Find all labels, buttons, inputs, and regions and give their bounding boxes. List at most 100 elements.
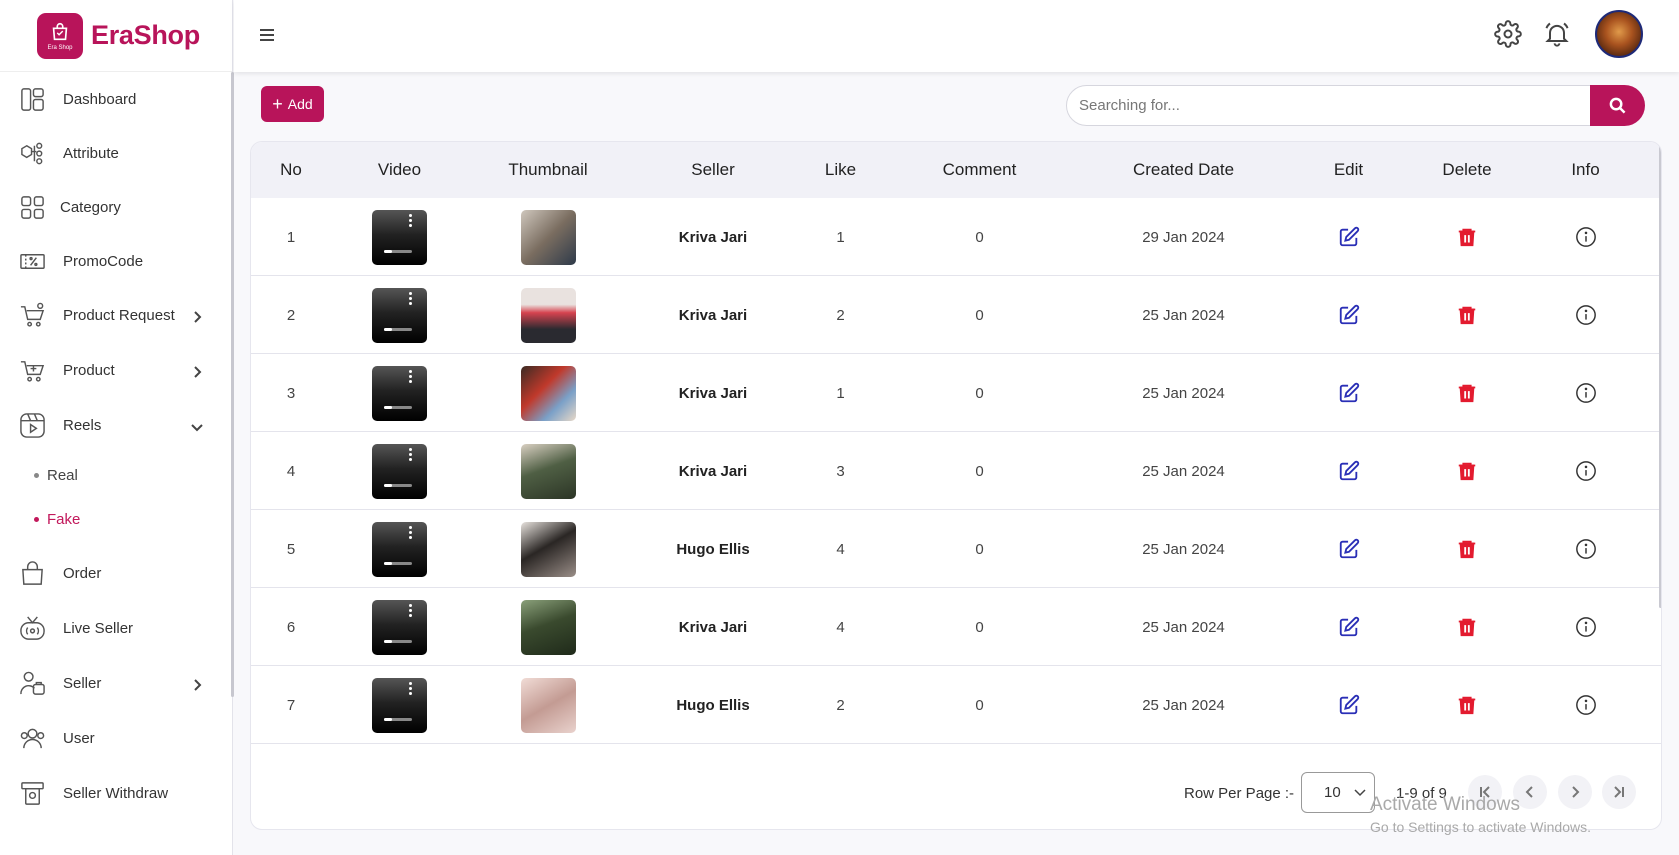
delete-button[interactable] xyxy=(1406,432,1528,510)
trash-icon xyxy=(1458,618,1476,637)
thumbnail-cell xyxy=(468,432,628,510)
thumbnail-image[interactable] xyxy=(520,443,576,499)
delete-button[interactable] xyxy=(1406,666,1528,744)
video-preview[interactable] xyxy=(372,443,427,499)
dashboard-icon xyxy=(21,87,44,111)
sidebar-item-user[interactable]: User xyxy=(0,711,231,766)
row-number: 5 xyxy=(286,540,296,558)
more-vertical-icon xyxy=(409,291,412,305)
edit-button[interactable] xyxy=(1291,198,1406,276)
sidebar-item-reels[interactable]: Reels xyxy=(0,398,231,453)
logo[interactable]: Era Shop EraShop xyxy=(0,0,232,72)
created-date: 25 Jan 2024 xyxy=(1142,462,1225,480)
product-request-icon xyxy=(20,302,45,327)
search-button[interactable] xyxy=(1590,85,1645,126)
product-icon xyxy=(20,361,45,382)
last-page-button[interactable] xyxy=(1602,775,1636,809)
sidebar-item-seller-withdraw[interactable]: Seller Withdraw xyxy=(0,766,231,821)
delete-button[interactable] xyxy=(1406,198,1528,276)
thumbnail-image[interactable] xyxy=(520,287,576,343)
comment-count: 0 xyxy=(975,306,984,324)
edit-button[interactable] xyxy=(1291,510,1406,588)
col-created-date: Created Date xyxy=(1132,160,1235,179)
info-button[interactable] xyxy=(1528,510,1643,588)
video-cell xyxy=(331,354,468,432)
sidebar-item-order[interactable]: Order xyxy=(0,545,231,601)
add-button[interactable]: + Add xyxy=(261,86,324,122)
sidebar-item-seller[interactable]: Seller xyxy=(0,656,231,711)
attribute-icon xyxy=(21,142,43,164)
table-scrollbar[interactable] xyxy=(1659,142,1661,608)
thumbnail-image[interactable] xyxy=(520,365,576,421)
edit-button[interactable] xyxy=(1291,666,1406,744)
comment-count: 0 xyxy=(975,540,984,558)
info-button[interactable] xyxy=(1528,588,1643,666)
rows-per-page-select[interactable]: 10 xyxy=(1301,772,1375,813)
avatar[interactable] xyxy=(1595,10,1643,58)
settings-icon[interactable] xyxy=(1494,20,1522,48)
seller-icon xyxy=(20,671,45,695)
edit-button[interactable] xyxy=(1291,588,1406,666)
video-preview[interactable] xyxy=(372,209,427,265)
like-count: 1 xyxy=(836,228,845,246)
created-date: 29 Jan 2024 xyxy=(1142,228,1225,246)
comment-count: 0 xyxy=(975,618,984,636)
table-header: No Video Thumbnail Seller Like Comment C… xyxy=(251,142,1661,198)
info-button[interactable] xyxy=(1528,666,1643,744)
more-vertical-icon xyxy=(409,213,412,227)
edit-button[interactable] xyxy=(1291,354,1406,432)
video-preview[interactable] xyxy=(372,599,427,655)
trash-icon xyxy=(1458,696,1476,715)
sidebar-item-product-request[interactable]: Product Request xyxy=(0,288,231,343)
video-preview[interactable] xyxy=(372,521,427,577)
thumbnail-image[interactable] xyxy=(520,599,576,655)
sidebar-subitem-fake[interactable]: Fake xyxy=(0,497,231,541)
table-row: 4 Kriva Jari 3 0 25 Jan 2024 xyxy=(251,432,1661,510)
info-button[interactable] xyxy=(1528,354,1643,432)
sidebar: Era Shop EraShop Dashboard Attribute Cat… xyxy=(0,0,234,855)
info-icon xyxy=(1575,461,1596,481)
seller-name: Kriva Jari xyxy=(678,618,748,636)
thumbnail-cell xyxy=(468,354,628,432)
col-no: No xyxy=(280,160,302,179)
info-button[interactable] xyxy=(1528,432,1643,510)
sidebar-item-dashboard[interactable]: Dashboard xyxy=(0,72,231,126)
video-preview[interactable] xyxy=(372,287,427,343)
search-input[interactable] xyxy=(1066,85,1592,126)
sidebar-item-category[interactable]: Category xyxy=(0,180,231,234)
sidebar-scrollbar[interactable] xyxy=(231,72,234,697)
menu-icon[interactable] xyxy=(256,24,278,46)
comment-count: 0 xyxy=(975,462,984,480)
bullet-dot xyxy=(34,516,39,522)
sidebar-nav: Dashboard Attribute Category PromoCode P… xyxy=(0,72,231,821)
edit-button[interactable] xyxy=(1291,432,1406,510)
sidebar-subitem-real[interactable]: Real xyxy=(0,453,231,497)
sidebar-item-label: Order xyxy=(63,564,102,582)
sidebar-item-live-seller[interactable]: Live Seller xyxy=(0,601,231,656)
info-button[interactable] xyxy=(1528,276,1643,354)
sidebar-item-attribute[interactable]: Attribute xyxy=(0,126,231,180)
sidebar-item-product[interactable]: Product xyxy=(0,343,231,398)
bell-icon[interactable] xyxy=(1543,20,1571,48)
thumbnail-image[interactable] xyxy=(520,677,576,733)
row-number: 6 xyxy=(286,618,296,636)
delete-button[interactable] xyxy=(1406,588,1528,666)
edit-icon xyxy=(1339,460,1359,481)
delete-button[interactable] xyxy=(1406,276,1528,354)
info-button[interactable] xyxy=(1528,198,1643,276)
seller-name: Kriva Jari xyxy=(678,306,748,324)
topbar xyxy=(234,0,1679,72)
video-preview[interactable] xyxy=(372,677,427,733)
sidebar-item-promocode[interactable]: PromoCode xyxy=(0,234,231,288)
thumbnail-image[interactable] xyxy=(520,521,576,577)
col-video: Video xyxy=(377,160,422,179)
thumbnail-image[interactable] xyxy=(520,209,576,265)
edit-button[interactable] xyxy=(1291,276,1406,354)
col-edit: Edit xyxy=(1333,160,1364,179)
sidebar-item-label: Seller Withdraw xyxy=(63,785,169,802)
video-preview[interactable] xyxy=(372,365,427,421)
delete-button[interactable] xyxy=(1406,354,1528,432)
table-row: 1 Kriva Jari 1 0 29 Jan 2024 xyxy=(251,198,1661,276)
chevron-down-icon xyxy=(191,424,203,432)
delete-button[interactable] xyxy=(1406,510,1528,588)
